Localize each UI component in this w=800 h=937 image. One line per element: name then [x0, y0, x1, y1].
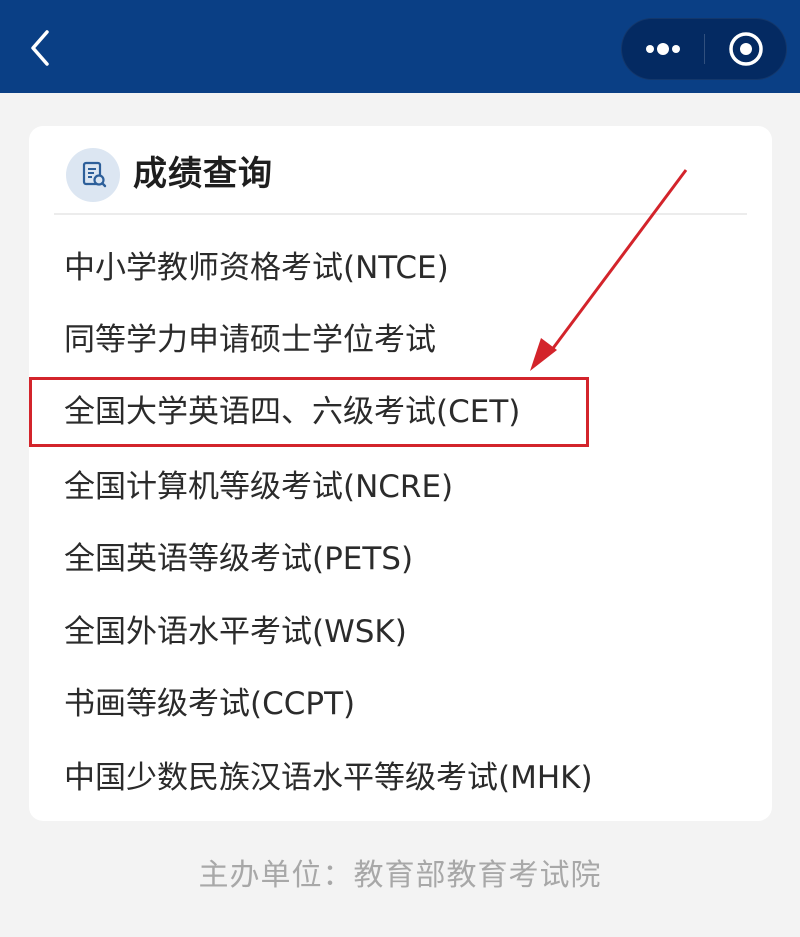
list-item-wsk[interactable]: 全国外语水平考试(WSK) [64, 602, 744, 662]
list-item-ncre[interactable]: 全国计算机等级考试(NCRE) [64, 457, 744, 517]
score-query-card: 成绩查询 中小学教师资格考试(NTCE) 同等学力申请硕士学位考试 全国大学英语… [29, 126, 772, 821]
list-item-ccpt[interactable]: 书画等级考试(CCPT) [64, 674, 744, 734]
list-item-cet[interactable]: 全国大学英语四、六级考试(CET) [64, 382, 744, 442]
organizer-footer: 主办单位：教育部教育考试院 [198, 858, 602, 893]
more-button[interactable] [622, 19, 705, 79]
more-dots-icon [646, 43, 680, 55]
miniprogram-capsule [621, 18, 787, 80]
target-circle-icon [729, 32, 763, 66]
exam-list: 中小学教师资格考试(NTCE) 同等学力申请硕士学位考试 全国大学英语四、六级考… [29, 126, 772, 821]
list-item-pets[interactable]: 全国英语等级考试(PETS) [64, 529, 744, 589]
list-item-master-degree-exam[interactable]: 同等学力申请硕士学位考试 [64, 310, 744, 370]
back-button[interactable] [22, 26, 62, 70]
close-button[interactable] [705, 19, 788, 79]
list-item-ntce[interactable]: 中小学教师资格考试(NTCE) [64, 238, 744, 298]
list-item-mhk[interactable]: 中国少数民族汉语水平等级考试(MHK) [64, 748, 744, 808]
chevron-left-icon [31, 30, 49, 66]
top-navigation-bar [0, 0, 800, 93]
